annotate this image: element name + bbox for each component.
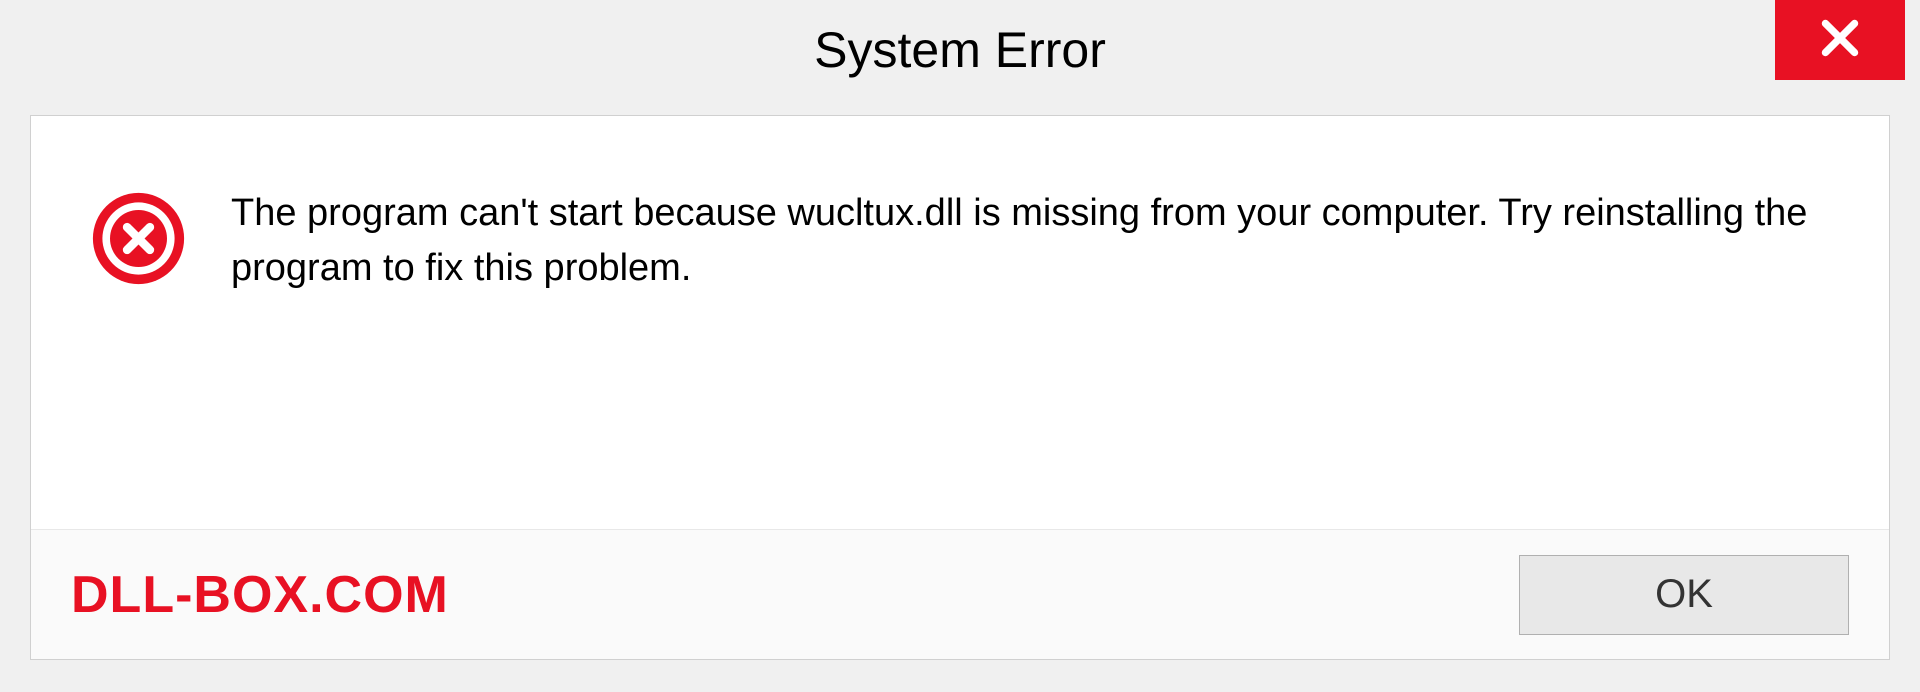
ok-button-label: OK	[1655, 572, 1713, 617]
dialog-footer: DLL-BOX.COM OK	[31, 529, 1889, 659]
message-area: The program can't start because wucltux.…	[31, 116, 1889, 356]
dialog-title: System Error	[814, 21, 1106, 79]
watermark-text: DLL-BOX.COM	[71, 565, 449, 625]
title-bar: System Error	[0, 0, 1920, 100]
error-message: The program can't start because wucltux.…	[231, 186, 1829, 296]
error-icon	[91, 191, 186, 286]
ok-button[interactable]: OK	[1519, 555, 1849, 635]
close-button[interactable]	[1775, 0, 1905, 80]
close-icon	[1815, 13, 1865, 68]
dialog-body: The program can't start because wucltux.…	[30, 115, 1890, 660]
